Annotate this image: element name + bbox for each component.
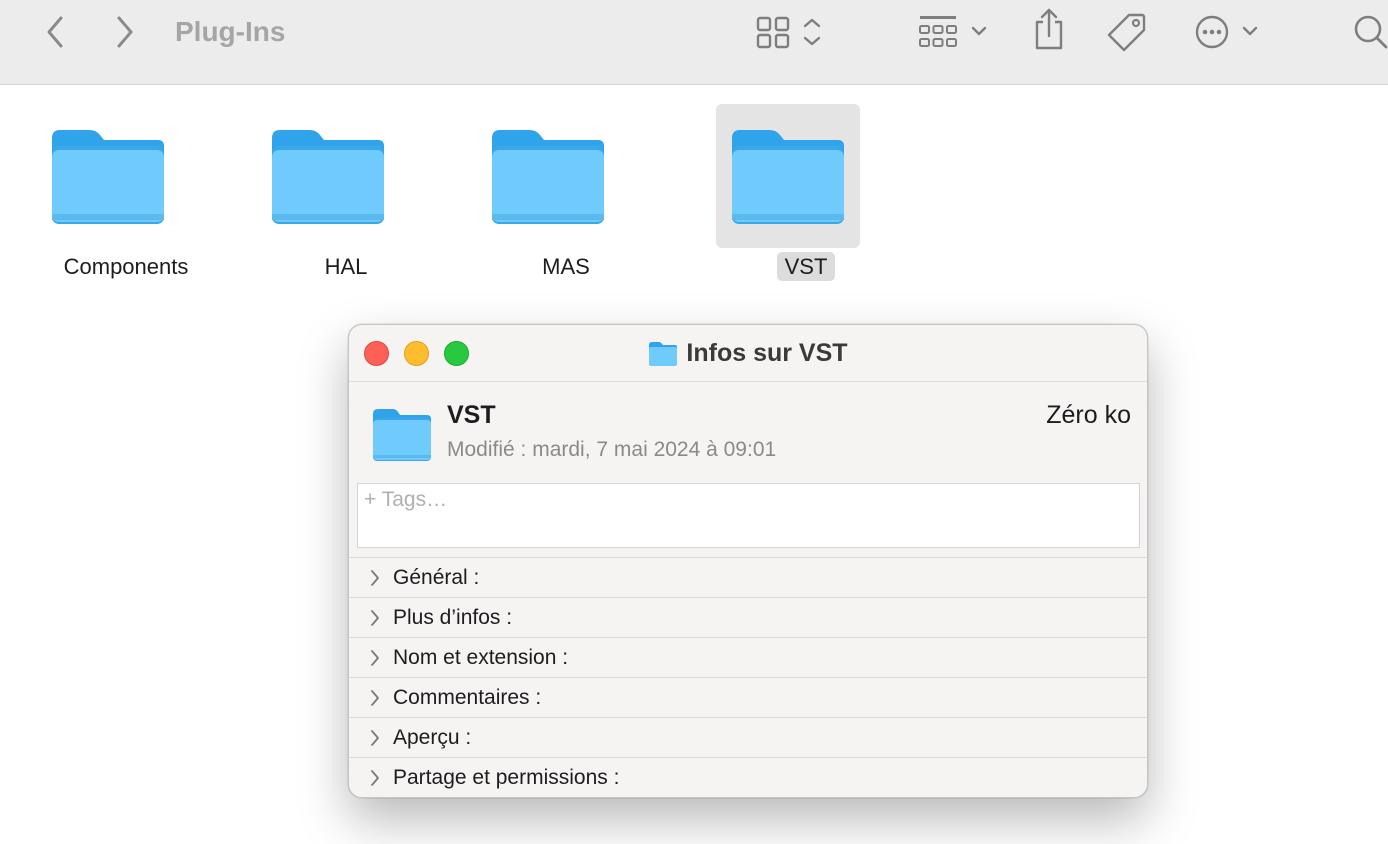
folder-label: MAS xyxy=(542,254,590,279)
view-mode-button[interactable] xyxy=(752,12,828,52)
more-actions-button[interactable] xyxy=(1192,12,1264,52)
folder-item-vst[interactable]: VST xyxy=(680,104,860,294)
folder-icon xyxy=(732,130,844,224)
folder-label: HAL xyxy=(324,254,368,279)
folder-icon xyxy=(649,341,678,366)
folder-item-components[interactable]: Components xyxy=(0,104,188,294)
tag-icon xyxy=(1107,13,1146,52)
group-icon xyxy=(919,16,987,47)
tags-input[interactable] xyxy=(358,484,1139,516)
section-label: Aperçu : xyxy=(393,725,472,749)
section-sharing-permissions[interactable]: Partage et permissions : xyxy=(349,757,1147,797)
folder-item-mas[interactable]: MAS xyxy=(440,104,620,294)
tags-field[interactable] xyxy=(357,483,1140,548)
folder-icon xyxy=(492,130,604,224)
section-name-extension[interactable]: Nom et extension : xyxy=(349,637,1147,677)
chevron-left-icon xyxy=(47,16,63,48)
grid-view-icon xyxy=(756,16,821,49)
share-icon xyxy=(1035,8,1063,50)
search-icon xyxy=(1354,15,1388,49)
tag-button[interactable] xyxy=(1104,10,1150,54)
share-button[interactable] xyxy=(1028,6,1070,52)
section-label: Partage et permissions : xyxy=(393,765,620,789)
section-more-info[interactable]: Plus d’infos : xyxy=(349,597,1147,637)
section-label: Plus d’infos : xyxy=(393,605,513,629)
item-name: VST xyxy=(447,401,496,429)
forward-button[interactable] xyxy=(110,14,140,50)
chevron-right-icon xyxy=(371,769,379,786)
chevron-right-icon xyxy=(371,729,379,746)
section-label: Général : xyxy=(393,565,480,589)
folder-label: VST xyxy=(776,252,836,281)
section-comments[interactable]: Commentaires : xyxy=(349,677,1147,717)
info-titlebar[interactable]: Infos sur VST xyxy=(349,325,1147,382)
info-sections: Général : Plus d’infos : Nom et extensio… xyxy=(349,557,1147,797)
window-title: Plug-Ins xyxy=(175,16,286,47)
chevron-right-icon xyxy=(371,609,379,626)
section-general[interactable]: Général : xyxy=(349,557,1147,597)
chevron-right-icon xyxy=(371,689,379,706)
search-button[interactable] xyxy=(1350,10,1388,52)
chevron-right-icon xyxy=(371,649,379,666)
back-button[interactable] xyxy=(40,14,70,50)
group-button[interactable] xyxy=(914,12,994,52)
folder-icon xyxy=(52,130,164,224)
section-label: Nom et extension : xyxy=(393,645,569,669)
folder-icon xyxy=(272,130,384,224)
info-window-title: Infos sur VST xyxy=(686,339,848,367)
info-window: Infos sur VST VST Zéro ko Modifié : mard… xyxy=(348,324,1148,798)
section-preview[interactable]: Aperçu : xyxy=(349,717,1147,757)
folder-icon xyxy=(373,409,431,461)
folder-label: Components xyxy=(63,254,189,279)
chevron-right-icon xyxy=(117,16,133,48)
item-modified-date: Modifié : mardi, 7 mai 2024 à 09:01 xyxy=(447,438,777,461)
finder-toolbar: Plug-Ins xyxy=(0,0,1388,85)
more-icon xyxy=(1195,15,1258,49)
chevron-right-icon xyxy=(371,569,379,586)
section-label: Commentaires : xyxy=(393,685,542,709)
item-size: Zéro ko xyxy=(1046,401,1131,429)
folder-item-hal[interactable]: HAL xyxy=(220,104,400,294)
